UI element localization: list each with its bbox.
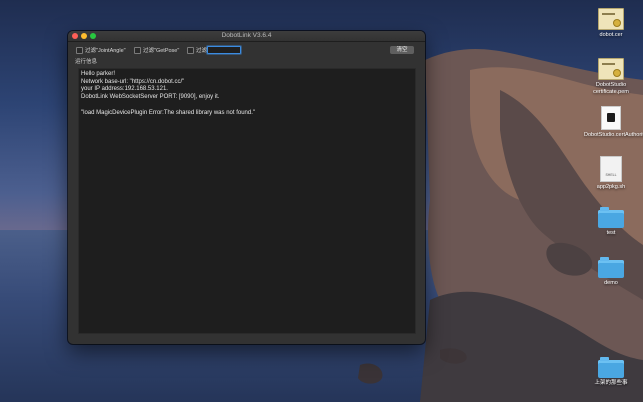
shell-script-icon: SHELL [600,156,622,182]
log-lines: Hello parker! Network base-url: "https:/… [81,71,255,117]
resize-handle[interactable] [421,340,425,344]
filter-text-input[interactable] [207,46,241,54]
folder-icon [598,257,624,278]
filter-custom-checkbox[interactable]: 过滤 [187,46,207,54]
window-title: DobotLink V3.6.4 [221,32,272,39]
document-icon [601,106,621,130]
log-line: DobotLink WebSocketServer PORT: [9090], … [81,94,220,101]
log-line: "load MagicDevicePlugin Error:The shared… [81,109,256,116]
folder-icon [598,207,624,228]
dobotlink-window: DobotLink V3.6.4 过滤"JointAngle" 过滤"GetPo… [68,31,425,344]
desktop-icon-test-folder[interactable]: test [592,207,630,237]
desktop-icon-label: DobotStudio.certAuthorityConfig [584,132,643,138]
filter-getpose-label: 过滤"GetPose" [143,48,180,54]
certificate-icon [598,58,624,80]
desktop: DobotLink V3.6.4 过滤"JointAngle" 过滤"GetPo… [0,0,643,402]
desktop-icon-demo-folder[interactable]: demo [592,257,630,287]
desktop-icon-label: DobotStudio certificate.pem [593,82,629,95]
checkbox-box[interactable] [76,46,83,54]
certificate-icon [598,8,624,30]
log-output-area[interactable]: Hello parker! Network base-url: "https:/… [78,68,416,334]
folder-icon [598,357,624,378]
desktop-icon-label: app2pkg.sh [596,184,626,190]
desktop-icon-app2pkg[interactable]: SHELL app2pkg.sh [589,156,633,191]
log-line: Network base-url: "https://cn.dobot.cc/" [81,78,185,85]
log-line: your IP address:192.168.53.121. [81,86,168,93]
filter-jointangle-checkbox[interactable]: 过滤"JointAngle" [76,46,126,54]
log-line: Hello parker! [81,71,116,77]
desktop-icon-label: 上架的那些事 [594,380,628,386]
desktop-icon-listing-folder[interactable]: 上架的那些事 [588,357,634,387]
filter-jointangle-label: 过滤"JointAngle" [85,48,126,54]
desktop-icon-label: test [606,230,616,236]
log-section-label: 运行信息 [75,59,98,65]
checkbox-box[interactable] [134,46,141,54]
desktop-icon-dobot-cer[interactable]: dobot.cer [592,8,630,39]
desktop-icon-label: demo [604,280,618,286]
desktop-icon-dobotstudio-config[interactable]: DobotStudio.certAuthorityConfig [584,106,643,139]
checkbox-box[interactable] [187,46,194,54]
desktop-icon-label: dobot.cer [599,32,623,38]
title-bar[interactable]: DobotLink V3.6.4 [68,31,425,42]
filter-getpose-checkbox[interactable]: 过滤"GetPose" [134,46,179,54]
desktop-icon-dobotstudio-pem[interactable]: DobotStudio certificate.pem [584,58,638,95]
filter-custom-label: 过滤 [196,48,208,54]
clear-button[interactable]: 清空 [390,46,414,54]
filter-toolbar: 过滤"JointAngle" 过滤"GetPose" 过滤 清空 [68,42,425,57]
